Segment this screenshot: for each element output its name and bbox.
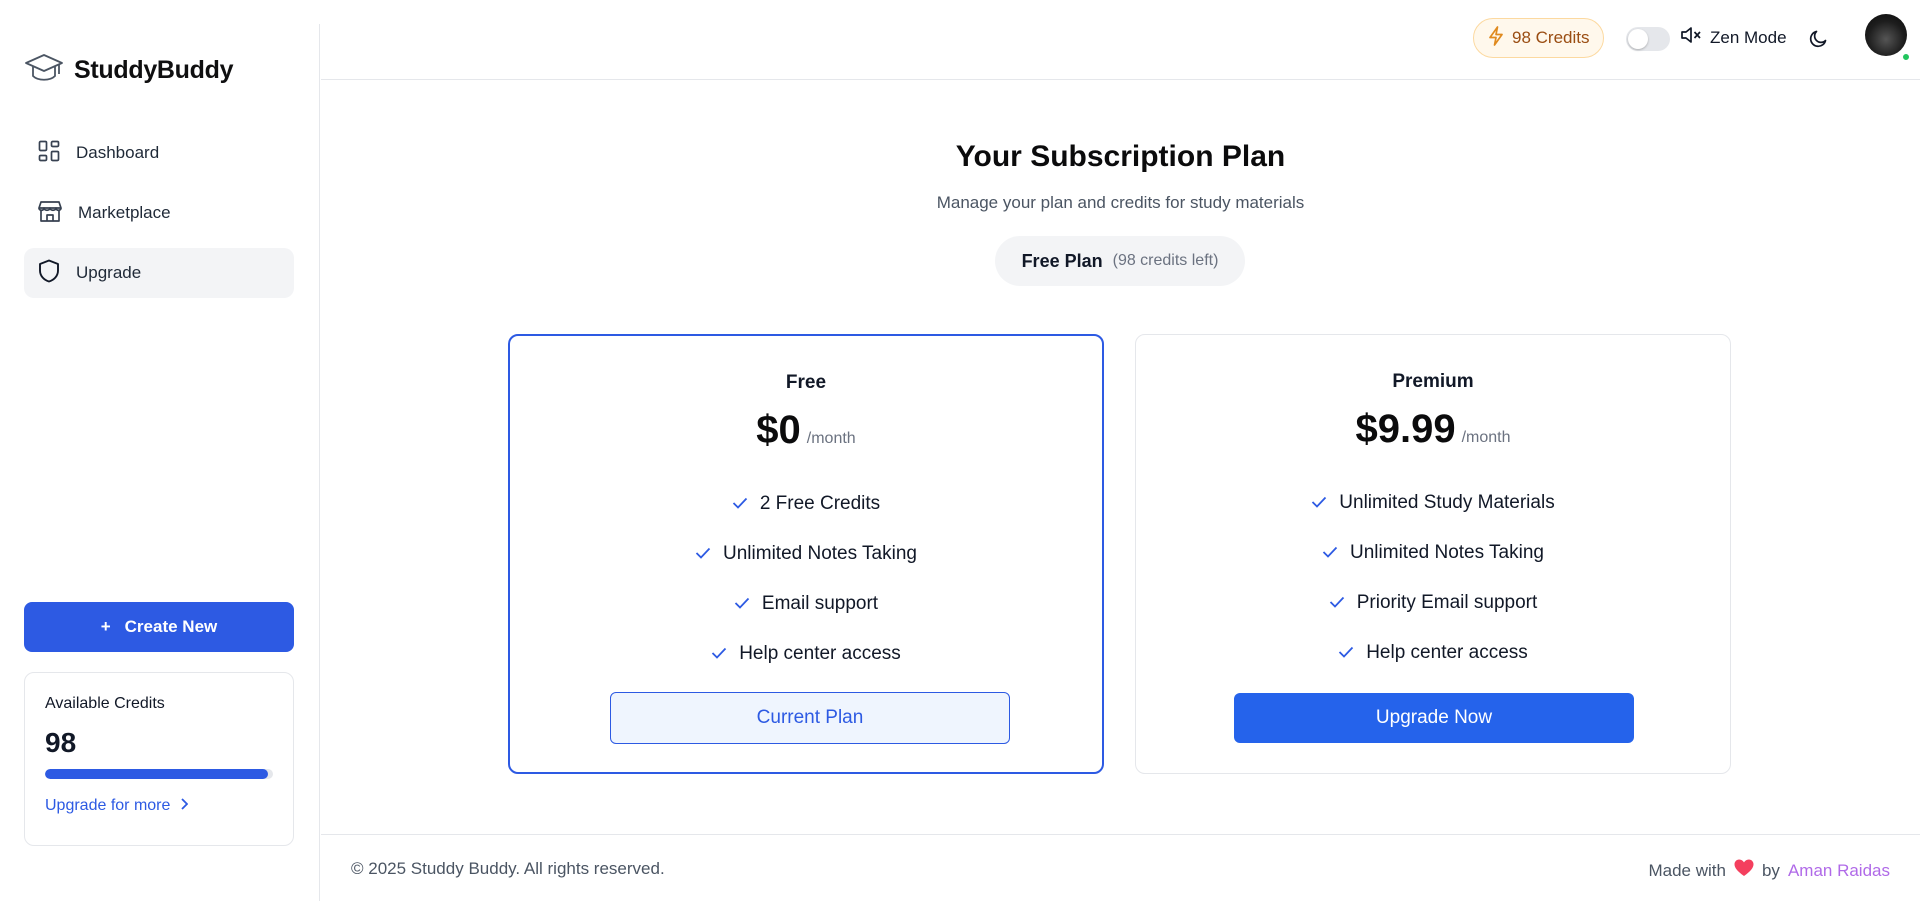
plan-period: /month <box>1461 429 1511 446</box>
feature-label: Help center access <box>1366 642 1528 663</box>
plan-features: 2 Free Credits Unlimited Notes Taking Em… <box>510 479 1102 679</box>
feature-label: 2 Free Credits <box>759 493 881 514</box>
sidebar-item-label: Marketplace <box>78 203 171 222</box>
feature-item: Unlimited Study Materials <box>1136 478 1730 528</box>
credits-badge[interactable]: 98 Credits <box>1473 18 1605 58</box>
credits-badge-label: 98 Credits <box>1512 28 1590 47</box>
plan-features: Unlimited Study Materials Unlimited Note… <box>1136 478 1730 678</box>
shield-icon <box>38 259 60 288</box>
app-logo[interactable]: StuddyBuddy <box>24 52 234 89</box>
sidebar-item-dashboard[interactable]: Dashboard <box>24 128 294 178</box>
feature-label: Priority Email support <box>1356 592 1538 613</box>
sidebar-item-label: Dashboard <box>76 143 160 162</box>
zen-mode-label: Zen Mode <box>1710 27 1787 47</box>
feature-item: 2 Free Credits <box>510 479 1102 529</box>
author-link[interactable]: Aman Raidas <box>1788 861 1890 881</box>
create-new-label: Create New <box>124 617 218 636</box>
grid-icon <box>38 140 60 167</box>
user-avatar[interactable] <box>1865 14 1911 62</box>
page-title: Your Subscription Plan <box>955 140 1286 173</box>
check-icon <box>695 543 711 565</box>
lightning-icon <box>1488 25 1504 51</box>
check-icon <box>1338 642 1354 664</box>
credits-left-text: (98 credits left) <box>1112 252 1219 269</box>
feature-item: Priority Email support <box>1136 578 1730 628</box>
sidebar-nav: Dashboard Marketplace Upgrade <box>24 128 294 308</box>
plan-price: $0 <box>756 408 801 452</box>
credits-card-value: 98 <box>45 727 77 758</box>
plan-period: /month <box>806 430 856 447</box>
feature-label: Unlimited Study Materials <box>1339 492 1555 513</box>
upgrade-now-button[interactable]: Upgrade Now <box>1234 693 1634 743</box>
upgrade-for-more-link[interactable]: Upgrade for more <box>45 797 273 815</box>
plan-card-premium: Premium $9.99 /month Unlimited Study Mat… <box>1135 334 1731 774</box>
sidebar-item-label: Upgrade <box>76 263 142 282</box>
feature-label: Unlimited Notes Taking <box>1350 542 1544 563</box>
sidebar-item-upgrade[interactable]: Upgrade <box>24 248 294 298</box>
feature-item: Help center access <box>1136 628 1730 678</box>
made-with-credit: Made with by Aman Raidas <box>1648 859 1890 882</box>
page-subtitle: Manage your plan and credits for study m… <box>936 193 1305 212</box>
plan-name: Premium <box>1392 371 1474 392</box>
current-plan-button[interactable]: Current Plan <box>610 692 1010 744</box>
credits-card: Available Credits 98 Upgrade for more <box>24 672 294 846</box>
upgrade-link-label: Upgrade for more <box>45 797 171 814</box>
feature-label: Help center access <box>739 643 901 664</box>
feature-item: Help center access <box>510 629 1102 679</box>
heart-icon <box>1734 859 1754 882</box>
plan-price: $9.99 <box>1355 407 1456 451</box>
feature-label: Unlimited Notes Taking <box>723 543 917 564</box>
page-footer: © 2025 Studdy Buddy. All rights reserved… <box>321 834 1920 901</box>
plan-name: Free <box>785 372 827 393</box>
check-icon <box>734 593 750 615</box>
plan-card-free: Free $0 /month 2 Free Credits Unlimited … <box>508 334 1104 774</box>
moon-icon[interactable] <box>1809 28 1829 53</box>
check-icon <box>1329 592 1345 614</box>
online-status-dot <box>1901 52 1911 62</box>
zen-mode-control[interactable]: Zen Mode <box>1680 26 1787 49</box>
speaker-muted-icon <box>1680 26 1702 49</box>
current-plan-name: Free Plan <box>1021 250 1103 271</box>
credits-progress-fill <box>45 769 269 779</box>
check-icon <box>711 643 727 665</box>
made-with-text: Made with <box>1648 860 1726 880</box>
toggle-knob <box>1628 29 1648 49</box>
check-icon <box>1311 492 1327 514</box>
credits-progress-bar <box>45 769 273 779</box>
credits-card-title: Available Credits <box>45 695 165 712</box>
copyright-text: © 2025 Studdy Buddy. All rights reserved… <box>351 859 665 878</box>
check-icon <box>1322 542 1338 564</box>
feature-item: Email support <box>510 579 1102 629</box>
feature-label: Email support <box>761 593 879 614</box>
plan-price-row: $9.99 /month <box>1136 407 1730 452</box>
store-icon <box>38 200 62 227</box>
graduation-cap-icon <box>24 52 64 89</box>
top-header: 98 Credits Zen Mode <box>321 0 1920 80</box>
current-plan-badge: Free Plan (98 credits left) <box>995 236 1245 286</box>
create-new-button[interactable]: + Create New <box>24 602 294 652</box>
sidebar-item-marketplace[interactable]: Marketplace <box>24 188 294 238</box>
check-icon <box>732 493 748 515</box>
feature-item: Unlimited Notes Taking <box>1136 528 1730 578</box>
feature-item: Unlimited Notes Taking <box>510 529 1102 579</box>
plan-price-row: $0 /month <box>510 408 1102 453</box>
app-name: StuddyBuddy <box>74 56 234 84</box>
by-text: by <box>1761 860 1780 880</box>
zen-mode-toggle[interactable] <box>1626 27 1670 51</box>
chevron-right-icon <box>180 797 189 815</box>
sidebar: StuddyBuddy Dashboard Marketplace Upgrad… <box>0 24 320 901</box>
plus-icon: + <box>100 617 111 636</box>
